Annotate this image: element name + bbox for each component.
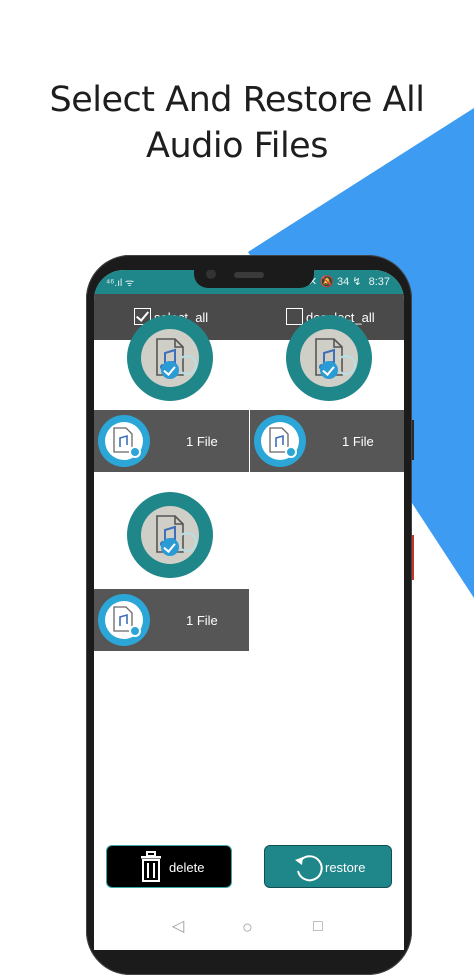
file-count-label: 1 File	[186, 434, 218, 449]
restore-ring-icon	[336, 355, 356, 375]
audio-folder-icon	[98, 594, 150, 646]
folder-thumbnail[interactable]	[127, 492, 213, 578]
restore-ring-icon	[177, 355, 197, 375]
restore-button[interactable]: restore	[264, 845, 392, 888]
system-nav-bar: ◁ ○ □	[94, 904, 404, 950]
folder-thumbnail[interactable]	[127, 315, 213, 401]
phone-screen: ⁴⁶.ıl ᯤ ⊙ ✕ 🔕 34 ↯ 8:37 select_all desel…	[94, 270, 404, 950]
trash-icon	[141, 851, 161, 882]
restore-mini-icon	[129, 446, 141, 458]
recents-icon[interactable]: □	[313, 919, 323, 935]
speaker-grille	[234, 272, 264, 278]
restore-label: restore	[325, 860, 366, 875]
delete-button[interactable]: delete	[106, 845, 232, 888]
audio-folder-icon	[98, 415, 150, 467]
restore-mini-icon	[285, 446, 297, 458]
status-time: 8:37	[368, 276, 390, 288]
folder-thumbnail[interactable]	[286, 315, 372, 401]
file-count-label: 1 File	[342, 434, 374, 449]
deselect-all-checkbox[interactable]	[286, 308, 303, 325]
restore-mini-icon	[129, 625, 141, 637]
file-bar[interactable]: 1 File	[94, 410, 249, 472]
signal-icon: ⁴⁶.ıl ᯤ	[106, 278, 135, 289]
headline-line1: Select And Restore All	[49, 80, 425, 120]
audio-folder-icon	[254, 415, 306, 467]
file-count-label: 1 File	[186, 613, 218, 628]
headline-line2: Audio Files	[146, 126, 328, 166]
back-icon[interactable]: ◁	[172, 919, 184, 935]
file-bar[interactable]: 1 File	[250, 410, 404, 472]
home-icon[interactable]: ○	[242, 918, 253, 936]
delete-label: delete	[169, 860, 205, 875]
restore-ring-icon	[177, 532, 197, 552]
restore-icon	[295, 855, 323, 882]
file-bar[interactable]: 1 File	[94, 589, 249, 651]
